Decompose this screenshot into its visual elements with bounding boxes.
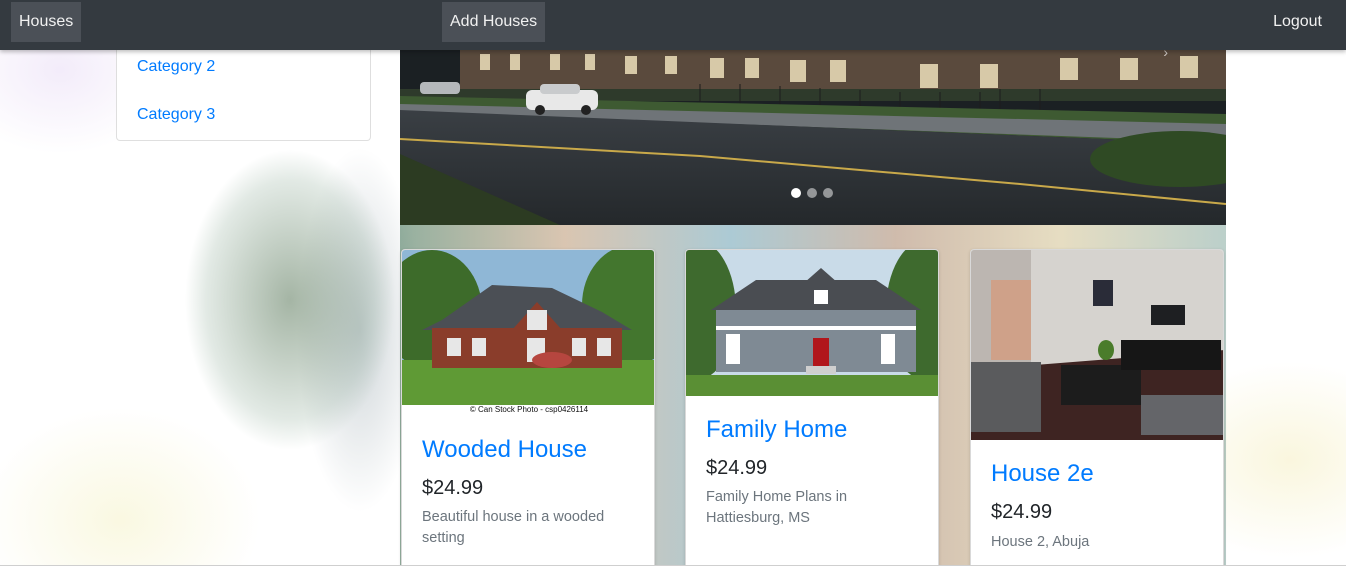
page-bottom-edge <box>0 565 1346 572</box>
carousel-dot-2[interactable] <box>807 188 817 198</box>
card-title[interactable]: Family Home <box>706 416 847 444</box>
house-card: House 2e $24.99 House 2, Abuja <box>970 249 1224 572</box>
card-price: $24.99 <box>422 477 484 499</box>
top-navbar: Houses Add Houses Logout <box>0 0 1346 50</box>
carousel-dot-1[interactable] <box>791 188 801 198</box>
card-description: Beautiful house in a wooded setting <box>422 509 605 546</box>
nav-add-houses-button[interactable]: Add Houses <box>442 2 546 42</box>
card-description: House 2, Abuja <box>991 534 1090 550</box>
hero-carousel[interactable]: › <box>400 44 1226 225</box>
category-item[interactable]: Category 3 <box>137 106 215 124</box>
living-room-photo <box>971 250 1223 440</box>
photo-watermark: © Can Stock Photo - csp0426114 <box>469 405 589 414</box>
brick-house-photo: © Can Stock Photo - csp0426114 <box>402 250 654 417</box>
house-card: © Can Stock Photo - csp0426114 Wooded Ho… <box>401 249 655 572</box>
house-card: Family Home $24.99 Family Home Plans in … <box>685 249 939 572</box>
logout-link[interactable]: Logout <box>1273 2 1322 42</box>
carousel-dot-3[interactable] <box>823 188 833 198</box>
card-description: Family Home Plans in Hattiesburg, MS <box>706 489 848 526</box>
card-title[interactable]: House 2e <box>991 460 1094 488</box>
category-item[interactable]: Category 2 <box>137 58 215 76</box>
card-title[interactable]: Wooded House <box>422 436 587 464</box>
nav-houses-button[interactable]: Houses <box>11 2 82 42</box>
gray-house-photo <box>686 250 938 396</box>
card-price: $24.99 <box>706 457 768 479</box>
carousel-indicators <box>791 188 833 198</box>
category-list: Category 2 Category 3 <box>116 44 371 141</box>
card-price: $24.99 <box>991 501 1053 523</box>
